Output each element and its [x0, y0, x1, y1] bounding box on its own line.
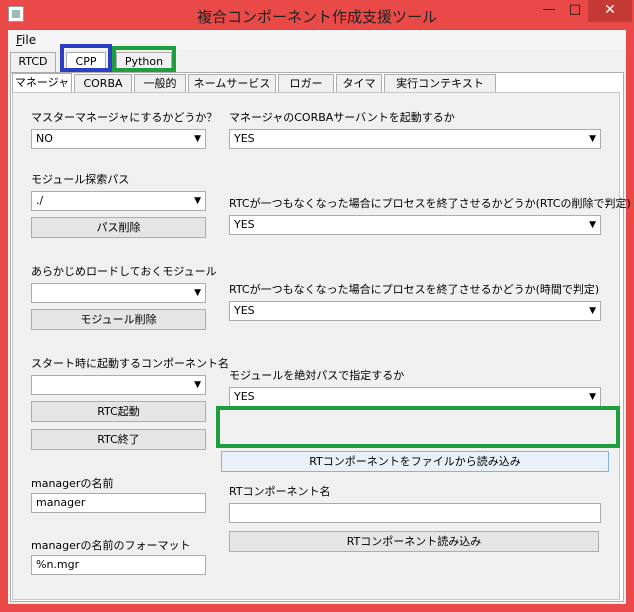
highlight-python-tab	[112, 46, 176, 72]
path-delete-button[interactable]: パス削除	[31, 217, 206, 238]
module-path-label: モジュール探索パス	[31, 173, 130, 186]
rtc-start-button[interactable]: RTC起動	[31, 401, 206, 422]
close-button[interactable]: ✕	[588, 0, 632, 22]
manager-name-label: managerの名前	[31, 477, 114, 490]
highlight-cpp-tab	[60, 44, 112, 72]
shutdown-on-time-label: RTCが一つもなくなった場合にプロセスを終了させるかどうか(時間で判定)	[229, 283, 600, 296]
preload-modules-label: あらかじめロードしておくモジュール	[31, 265, 217, 278]
module-delete-button[interactable]: モジュール削除	[31, 309, 206, 330]
minimize-button[interactable]: —	[536, 0, 562, 22]
chevron-down-icon: ▼	[194, 134, 201, 144]
rtc-name-label: RTコンポーネント名	[229, 485, 331, 498]
load-rtc-from-file-button[interactable]: RTコンポーネントをファイルから読み込み	[221, 451, 609, 472]
subtab-naming-service[interactable]: ネームサービス	[188, 74, 276, 93]
sub-tab-bar: マネージャ CORBA 一般的 ネームサービス ロガー タイマ 実行コンテキスト	[12, 73, 622, 94]
corba-servant-label: マネージャのCORBAサーバントを起動するか	[229, 111, 455, 124]
subtab-timer[interactable]: タイマ	[336, 74, 382, 93]
rtc-load-button[interactable]: RTコンポーネント読み込み	[229, 531, 599, 552]
chevron-down-icon: ▼	[194, 380, 201, 390]
manager-name-field[interactable]: manager	[31, 493, 206, 513]
master-manager-label: マスターマネージャにするかどうか？	[31, 111, 218, 124]
corba-servant-combo[interactable]: YES ▼	[229, 129, 601, 149]
highlight-load-from-file	[216, 406, 620, 448]
chevron-down-icon: ▼	[589, 392, 596, 402]
shutdown-on-delete-combo[interactable]: YES ▼	[229, 215, 601, 235]
startup-components-label: スタート時に起動するコンポーネント名	[31, 357, 229, 370]
subtab-manager[interactable]: マネージャ	[12, 73, 72, 94]
maximize-button[interactable]: □	[562, 0, 588, 22]
subtab-corba[interactable]: CORBA	[74, 74, 132, 93]
master-manager-combo[interactable]: NO ▼	[31, 129, 206, 149]
chevron-down-icon: ▼	[589, 306, 596, 316]
subtab-execution-context[interactable]: 実行コンテキスト	[384, 74, 496, 93]
rtc-name-field[interactable]	[229, 503, 601, 523]
title-bar: 複合コンポーネント作成支援ツール — □ ✕	[0, 0, 634, 30]
chevron-down-icon: ▼	[194, 288, 201, 298]
menu-file[interactable]: File	[16, 33, 36, 47]
startup-components-combo[interactable]: ▼	[31, 375, 206, 395]
preload-modules-combo[interactable]: ▼	[31, 283, 206, 303]
app-window: 複合コンポーネント作成支援ツール — □ ✕ File RTCD CPP Pyt…	[0, 0, 634, 612]
manager-format-field[interactable]: %n.mgr	[31, 555, 206, 575]
tab-rtcd[interactable]: RTCD	[10, 52, 56, 72]
shutdown-on-delete-label: RTCが一つもなくなった場合にプロセスを終了させるかどうか(RTCの削除で判定)	[229, 197, 631, 210]
absolute-path-label: モジュールを絶対パスで指定するか	[229, 369, 405, 382]
manager-panel: マスターマネージャにするかどうか？ NO ▼ モジュール探索パス ./▼ パス削除…	[12, 92, 631, 600]
subtab-general[interactable]: 一般的	[134, 74, 186, 93]
shutdown-on-time-combo[interactable]: YES ▼	[229, 301, 601, 321]
chevron-down-icon: ▼	[589, 134, 596, 144]
client-area: File RTCD CPP Python マネージャ CORBA 一般的 ネーム…	[8, 30, 631, 604]
chevron-down-icon: ▼	[194, 196, 201, 206]
chevron-down-icon: ▼	[589, 220, 596, 230]
absolute-path-combo[interactable]: YES ▼	[229, 387, 601, 407]
module-path-combo[interactable]: ./▼	[31, 191, 206, 211]
subtab-logger[interactable]: ロガー	[278, 74, 334, 93]
manager-format-label: managerの名前のフォーマット	[31, 539, 191, 552]
rtc-stop-button[interactable]: RTC終了	[31, 429, 206, 450]
